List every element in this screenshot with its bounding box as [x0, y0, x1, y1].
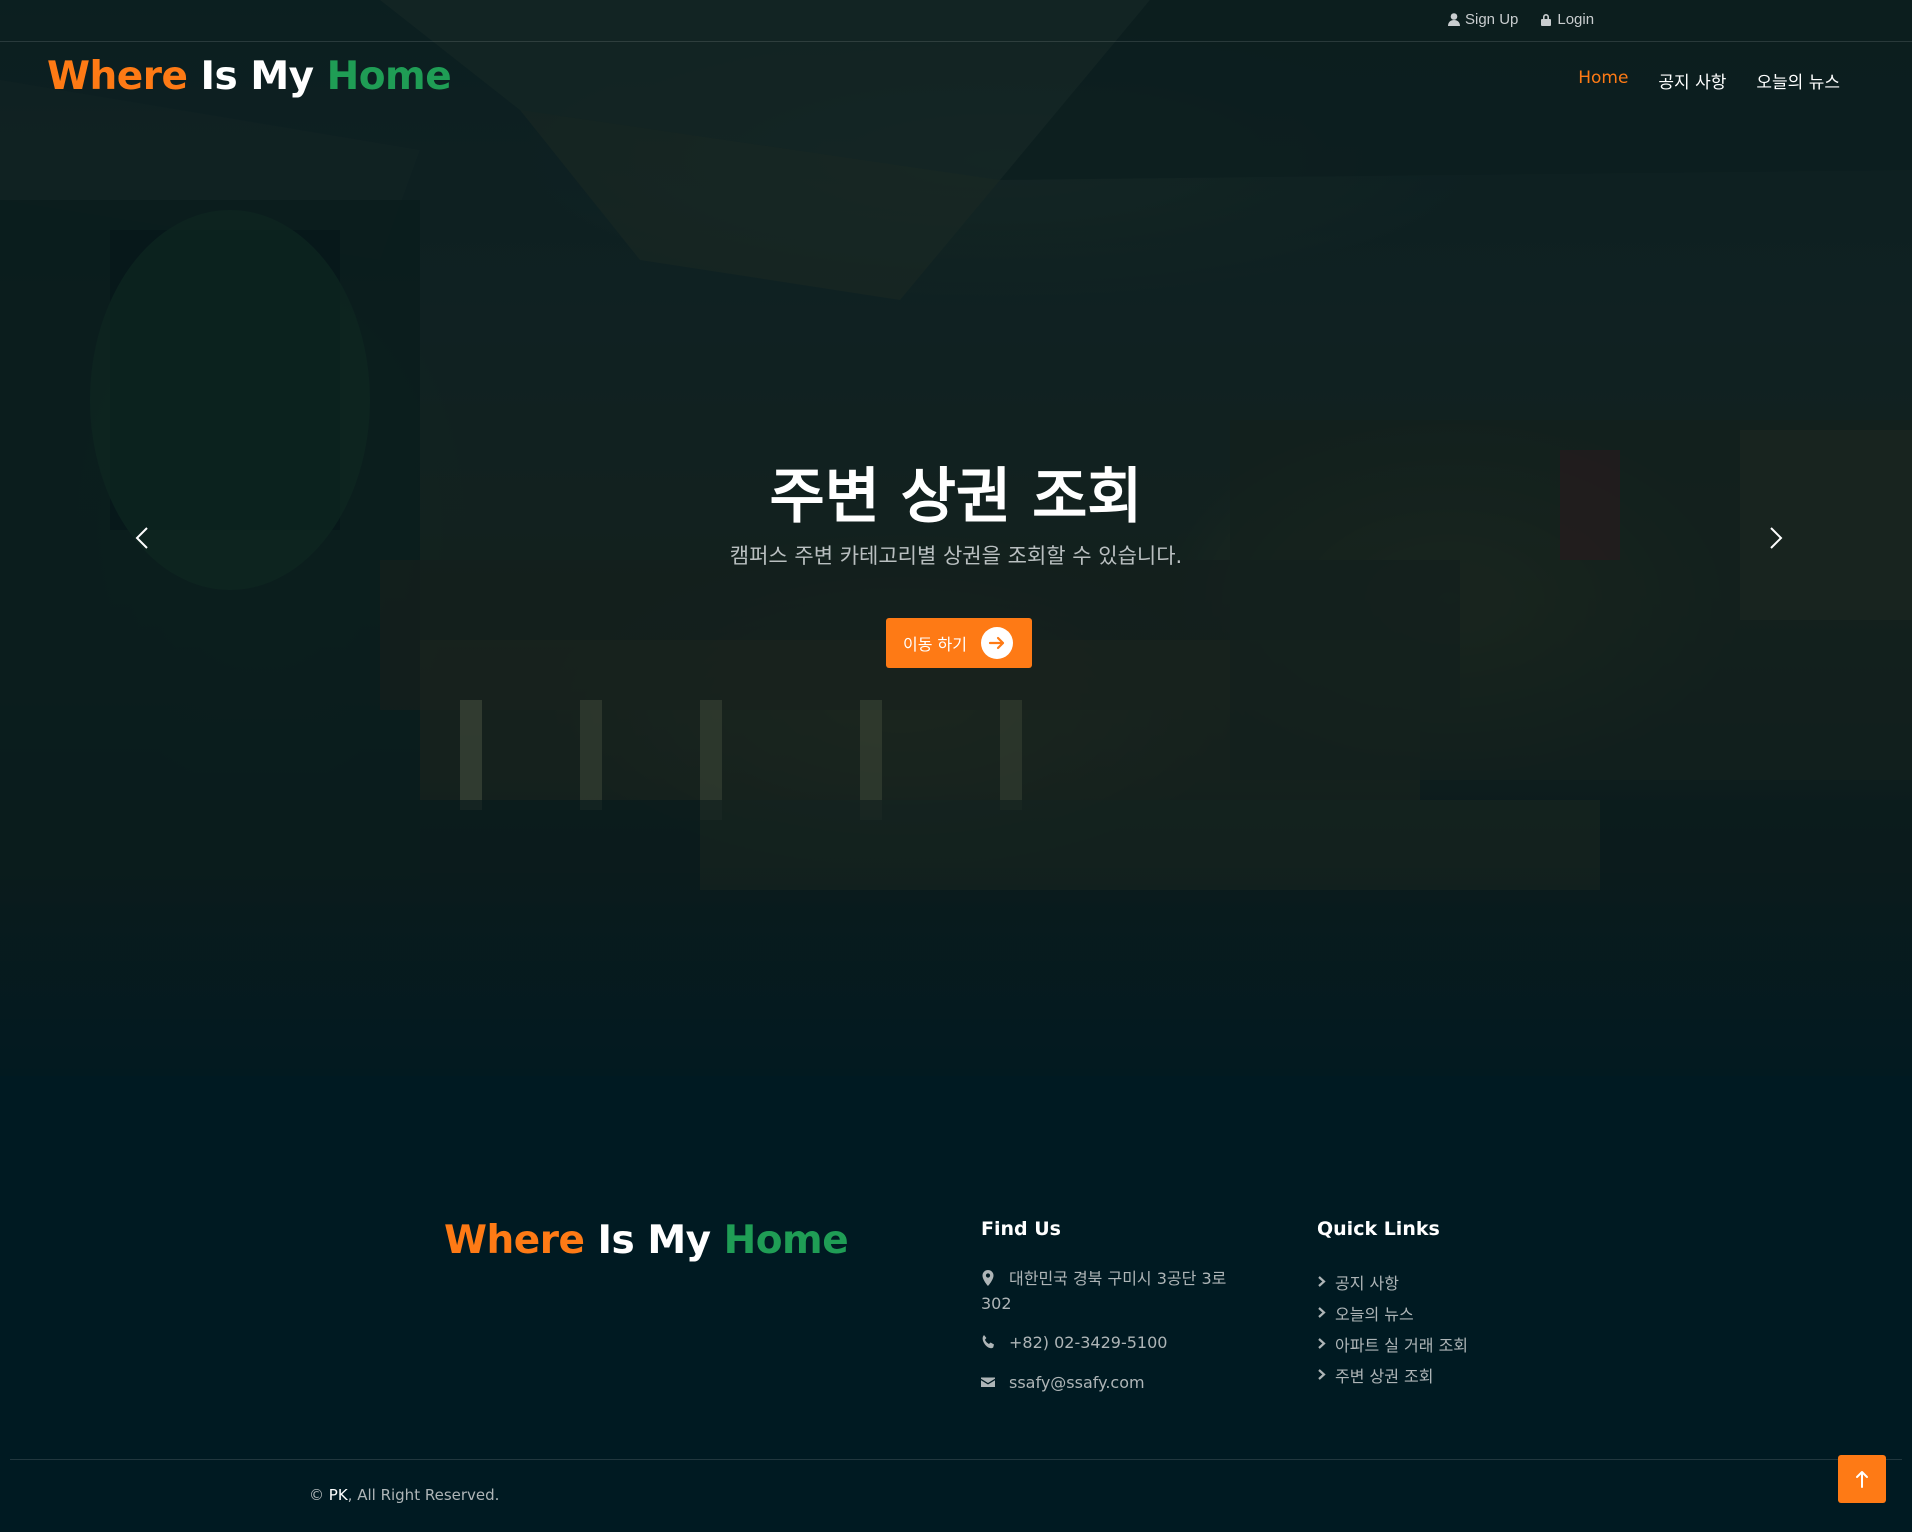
brand-word-is: Is	[200, 54, 238, 99]
envelope-icon	[981, 1372, 995, 1388]
arrow-right-icon	[980, 627, 1013, 659]
chevron-left-icon	[135, 527, 148, 549]
brand-word-home: Home	[326, 54, 452, 99]
chevron-right-icon	[1318, 1369, 1326, 1380]
map-marker-icon	[981, 1268, 995, 1286]
quick-link-commercial[interactable]: 주변 상권 조회	[1317, 1359, 1468, 1390]
quick-link-label: 오늘의 뉴스	[1335, 1304, 1414, 1324]
contact-email-text: ssafy@ssafy.com	[1009, 1373, 1145, 1392]
hero-cta-label: 이동 하기	[903, 635, 967, 654]
footer-brand-word-home: Home	[723, 1218, 849, 1263]
carousel-prev-button[interactable]	[117, 512, 169, 564]
copyright-owner[interactable]: PK	[329, 1486, 348, 1504]
phone-icon	[981, 1332, 995, 1349]
lock-icon	[1541, 14, 1552, 26]
quick-link-label: 공지 사항	[1335, 1273, 1399, 1293]
copyright-suffix: , All Right Reserved.	[347, 1486, 500, 1504]
contact-phone-text: +82) 02-3429-5100	[1009, 1333, 1168, 1352]
chevron-right-icon	[1318, 1276, 1326, 1287]
copyright: © PK, All Right Reserved.	[309, 1486, 499, 1504]
quick-links-list: 공지 사항 오늘의 뉴스 아파트 실 거래 조회 주변 상권 조회	[1317, 1266, 1468, 1390]
quick-link-label: 주변 상권 조회	[1335, 1366, 1434, 1386]
footer-brand-word-is: Is	[597, 1218, 635, 1263]
login-label: Login	[1557, 11, 1595, 28]
nav-item-notice[interactable]: 공지 사항	[1658, 68, 1726, 93]
user-icon	[1448, 13, 1460, 26]
signup-link[interactable]: Sign Up	[1448, 11, 1518, 28]
chevron-right-icon	[1318, 1307, 1326, 1318]
hero-subtitle: 캠퍼스 주변 카테고리별 상권을 조회할 수 있습니다.	[729, 544, 1183, 568]
footer: Where Is My Home Find Us 대한민국 경북 구미시 3공단…	[0, 1076, 1912, 1532]
hero-carousel: Sign Up Login Where Is My Home Home 공지 사…	[0, 0, 1912, 1076]
topbar: Sign Up Login	[0, 0, 1912, 42]
quick-link-notice[interactable]: 공지 사항	[1317, 1266, 1468, 1297]
signup-label: Sign Up	[1465, 11, 1519, 28]
login-link[interactable]: Login	[1540, 11, 1594, 28]
brand-word-where: Where	[47, 54, 188, 99]
footer-divider	[10, 1459, 1902, 1460]
arrow-up-icon	[1856, 1471, 1868, 1488]
nav-item-home[interactable]: Home	[1578, 68, 1628, 93]
quick-link-apartment[interactable]: 아파트 실 거래 조회	[1317, 1328, 1468, 1359]
footer-brand-word-where: Where	[444, 1218, 585, 1263]
quick-link-label: 아파트 실 거래 조회	[1335, 1335, 1469, 1355]
quick-links-title: Quick Links	[1317, 1218, 1440, 1240]
chevron-right-icon	[1318, 1338, 1326, 1349]
brand-word-my: My	[250, 54, 314, 99]
hero-cta-button[interactable]: 이동 하기	[886, 618, 1032, 668]
quick-link-news[interactable]: 오늘의 뉴스	[1317, 1297, 1468, 1328]
carousel-next-button[interactable]	[1749, 512, 1801, 564]
contact-phone: +82) 02-3429-5100	[981, 1330, 1167, 1355]
main-nav: Home 공지 사항 오늘의 뉴스	[1578, 68, 1840, 93]
hero-title: 주변 상권 조회	[769, 462, 1143, 532]
auth-links: Sign Up Login	[1448, 11, 1594, 28]
copyright-prefix: ©	[309, 1486, 329, 1504]
footer-brand-logo[interactable]: Where Is My Home	[444, 1218, 849, 1263]
nav-item-news[interactable]: 오늘의 뉴스	[1756, 68, 1840, 93]
find-us-title: Find Us	[981, 1218, 1061, 1240]
brand-logo[interactable]: Where Is My Home	[47, 54, 452, 99]
chevron-right-icon	[1770, 527, 1783, 549]
contact-address-text: 대한민국 경북 구미시 3공단 3로 302	[981, 1269, 1227, 1313]
contact-address: 대한민국 경북 구미시 3공단 3로 302	[981, 1266, 1251, 1316]
back-to-top-button[interactable]	[1838, 1455, 1886, 1503]
footer-brand-word-my: My	[647, 1218, 711, 1263]
hero-bottom-fade	[0, 860, 1912, 1076]
contact-email: ssafy@ssafy.com	[981, 1370, 1145, 1395]
